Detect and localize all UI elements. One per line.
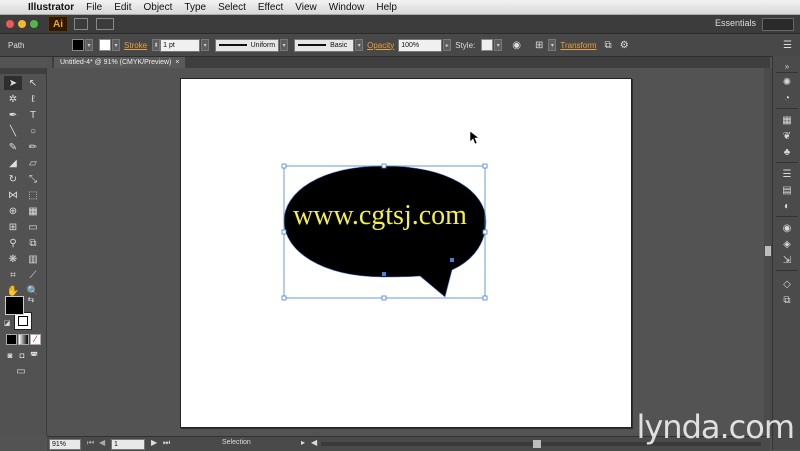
brushes-icon[interactable]: ❦ xyxy=(780,130,794,142)
previous-artboard-icon[interactable]: ◀ xyxy=(99,438,105,447)
transparency-panel-icon[interactable]: ◐ xyxy=(780,200,794,212)
anchor-point[interactable] xyxy=(382,272,386,276)
handle-top-left[interactable] xyxy=(281,163,287,169)
scroll-left-icon[interactable]: ◀ xyxy=(311,438,317,447)
color-guide-icon[interactable]: ✺ xyxy=(780,76,794,88)
mouse-cursor-icon xyxy=(469,130,480,145)
horizontal-scroll-thumb[interactable] xyxy=(533,440,541,448)
layers-panel-icon[interactable]: ◇ xyxy=(780,278,794,290)
collapse-panels-icon[interactable]: » xyxy=(780,60,794,72)
symbols-icon[interactable]: ♣ xyxy=(780,146,794,158)
stroke-panel-icon[interactable]: ☰ xyxy=(780,168,794,180)
appearance-panel-icon[interactable]: ◉ xyxy=(780,222,794,234)
handle-top-center[interactable] xyxy=(381,163,387,169)
handle-bottom-right[interactable] xyxy=(482,295,488,301)
handle-middle-left[interactable] xyxy=(281,229,287,235)
last-artboard-icon[interactable]: ⏭ xyxy=(163,438,170,448)
handle-bottom-left[interactable] xyxy=(281,295,287,301)
artboards-panel-icon[interactable]: ⧉ xyxy=(780,294,794,306)
export-icon[interactable]: ⇲ xyxy=(780,254,794,266)
artboard-number-field[interactable]: 1 xyxy=(111,439,145,450)
first-artboard-icon[interactable]: ⏮ xyxy=(87,438,94,448)
panel-dock: » ✺ ◔ ▦ ❦ ♣ ☰ ▤ ◐ ◉ ◈ ⇲ ◇ ⧉ xyxy=(772,56,800,450)
gradient-panel-icon[interactable]: ▤ xyxy=(780,184,794,196)
next-artboard-icon[interactable]: ▶ xyxy=(151,438,157,447)
vertical-scroll-thumb[interactable] xyxy=(765,246,771,256)
color-icon[interactable]: ◔ xyxy=(780,92,794,104)
handle-top-right[interactable] xyxy=(482,163,488,169)
current-tool-status[interactable]: Selection xyxy=(222,439,251,446)
vertical-scrollbar[interactable] xyxy=(764,68,772,436)
swatches-icon[interactable]: ▦ xyxy=(780,114,794,126)
graphic-styles-panel-icon[interactable]: ◈ xyxy=(780,238,794,250)
status-menu-icon[interactable]: ▸ xyxy=(301,438,305,447)
zoom-level-field[interactable]: 91% xyxy=(49,439,81,450)
anchor-point[interactable] xyxy=(450,258,454,262)
handle-middle-right[interactable] xyxy=(482,229,488,235)
lynda-watermark: lynda.com xyxy=(636,408,795,446)
handle-bottom-center[interactable] xyxy=(381,295,387,301)
watermark-overlay-text: www.cgtsj.com xyxy=(293,200,467,231)
